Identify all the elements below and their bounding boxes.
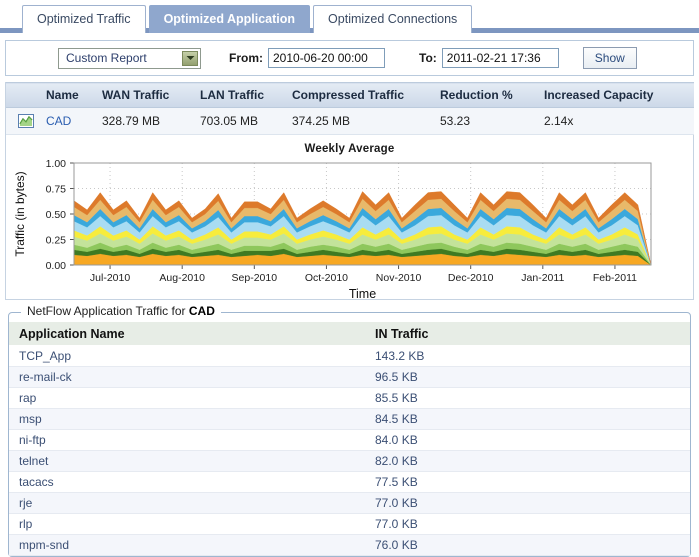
table-row[interactable]: msp 84.5 KB [9,408,690,430]
column-header-lan-traffic: LAN Traffic [200,82,292,108]
tab-label: Optimized Traffic [37,12,131,26]
in-traffic-cell: 84.0 KB [365,429,690,451]
svg-text:Aug-2010: Aug-2010 [159,272,205,284]
in-traffic-cell: 77.0 KB [365,492,690,514]
table-row[interactable]: rap 85.5 KB [9,387,690,409]
table-row[interactable]: re-mail-ck 96.5 KB [9,366,690,388]
application-name-cell: TCP_App [9,345,365,367]
chevron-down-icon[interactable] [182,50,198,66]
table-row[interactable]: tacacs 77.5 KB [9,471,690,493]
report-type-value: Custom Report [66,50,147,65]
row-compressed-traffic-cell: 374.25 MB [292,107,440,135]
svg-text:Oct-2010: Oct-2010 [305,272,348,284]
svg-text:0.50: 0.50 [46,209,67,221]
column-header-wan-traffic: WAN Traffic [102,82,200,108]
application-name-cell: rje [9,492,365,514]
row-name-cell[interactable]: CAD [46,107,102,135]
application-name-cell: telnet [9,450,365,472]
svg-text:Nov-2010: Nov-2010 [376,272,422,284]
application-name-cell: rap [9,387,365,409]
chart-panel: Weekly Average 0.00 0.25 0.50 0.75 1.00 Jul-2… [5,135,694,300]
row-reduction-pct-cell: 53.23 [440,107,544,135]
in-traffic-cell: 85.5 KB [365,387,690,409]
column-header-icon [6,82,46,108]
svg-text:Dec-2010: Dec-2010 [448,272,494,284]
table-row[interactable]: rje 77.0 KB [9,492,690,514]
row-chart-icon-cell[interactable] [6,107,46,135]
svg-text:0.25: 0.25 [46,235,67,247]
to-date-input[interactable] [441,48,559,68]
from-date-input[interactable] [268,48,385,68]
table-row[interactable]: telnet 82.0 KB [9,450,690,472]
application-name-cell: ni-ftp [9,429,365,451]
in-traffic-cell: 76.0 KB [365,534,690,556]
column-header-increased-capacity: Increased Capacity [544,82,694,108]
in-traffic-cell: 84.5 KB [365,408,690,430]
application-name-cell: rlp [9,513,365,535]
netflow-panel-legend: NetFlow Application Traffic for CAD [21,304,221,318]
tab-label: Optimized Connections [328,12,458,26]
application-traffic-table: Application Name IN Traffic TCP_App 143.2… [9,322,690,556]
netflow-panel-legend-prefix: NetFlow Application Traffic for [27,304,186,318]
column-header-application-name: Application Name [9,322,365,346]
svg-text:Feb-2011: Feb-2011 [593,272,637,284]
svg-text:Jan-2011: Jan-2011 [521,272,564,284]
netflow-application-panel: NetFlow Application Traffic for CAD Appl… [8,304,691,557]
application-name-cell: msp [9,408,365,430]
tab-optimized-application[interactable]: Optimized Application [148,5,311,33]
filter-bar: Custom Report From: To: Show [5,40,694,76]
tab-bar: Optimized Traffic Optimized Application … [0,0,699,33]
table-row[interactable]: rlp 77.0 KB [9,513,690,535]
application-table-header-row: Application Name IN Traffic [9,322,690,346]
svg-text:1.00: 1.00 [46,158,67,170]
tab-label: Optimized Application [163,12,296,26]
from-label: From: [229,51,263,65]
table-row[interactable]: ni-ftp 84.0 KB [9,429,690,451]
chart-title: Weekly Average [304,143,395,155]
svg-text:Sep-2010: Sep-2010 [232,272,278,284]
application-name-cell: tacacs [9,471,365,493]
svg-text:0.00: 0.00 [46,260,67,272]
report-type-select[interactable]: Custom Report [58,47,201,69]
in-traffic-cell: 96.5 KB [365,366,690,388]
chart-x-axis-label: Time [349,287,376,298]
column-header-name: Name [46,82,102,108]
row-lan-traffic-cell: 703.05 MB [200,107,292,135]
row-increased-capacity-cell: 2.14x [544,107,694,135]
to-label: To: [419,51,437,65]
svg-text:0.75: 0.75 [46,184,67,196]
column-header-in-traffic: IN Traffic [365,322,690,346]
table-row[interactable]: CAD 328.79 MB 703.05 MB 374.25 MB 53.23 … [6,107,694,135]
application-name-cell: re-mail-ck [9,366,365,388]
show-button[interactable]: Show [582,47,637,69]
tab-optimized-connections[interactable]: Optimized Connections [313,5,473,33]
in-traffic-cell: 77.0 KB [365,513,690,535]
chart-canvas: 0.00 0.25 0.50 0.75 1.00 Jul-2010 Aug-2010 Sep-… [6,155,693,298]
column-header-compressed-traffic: Compressed Traffic [292,82,440,108]
summary-table-container: Name WAN Traffic LAN Traffic Compressed … [5,82,694,135]
application-table-body: TCP_App 143.2 KB re-mail-ck 96.5 KB rap 85.5 … [9,345,690,556]
application-link-cad[interactable]: CAD [46,114,71,128]
svg-text:Jul-2010: Jul-2010 [90,272,130,284]
netflow-panel-legend-name: CAD [188,304,215,318]
weekly-average-area-chart: 0.00 0.25 0.50 0.75 1.00 Jul-2010 Aug-2010 Sep-… [13,158,652,298]
tab-optimized-traffic[interactable]: Optimized Traffic [22,5,146,33]
summary-table-header-row: Name WAN Traffic LAN Traffic Compressed … [6,82,694,108]
column-header-reduction-pct: Reduction % [440,82,544,108]
application-name-cell: mpm-snd [9,534,365,556]
table-row[interactable]: TCP_App 143.2 KB [9,345,690,367]
in-traffic-cell: 77.5 KB [365,471,690,493]
row-wan-traffic-cell: 328.79 MB [102,107,200,135]
summary-table: Name WAN Traffic LAN Traffic Compressed … [6,82,694,135]
in-traffic-cell: 82.0 KB [365,450,690,472]
chart-icon[interactable] [18,114,34,129]
in-traffic-cell: 143.2 KB [365,345,690,367]
chart-y-axis-label: Traffic (in bytes) [13,171,27,256]
table-row[interactable]: mpm-snd 76.0 KB [9,534,690,556]
